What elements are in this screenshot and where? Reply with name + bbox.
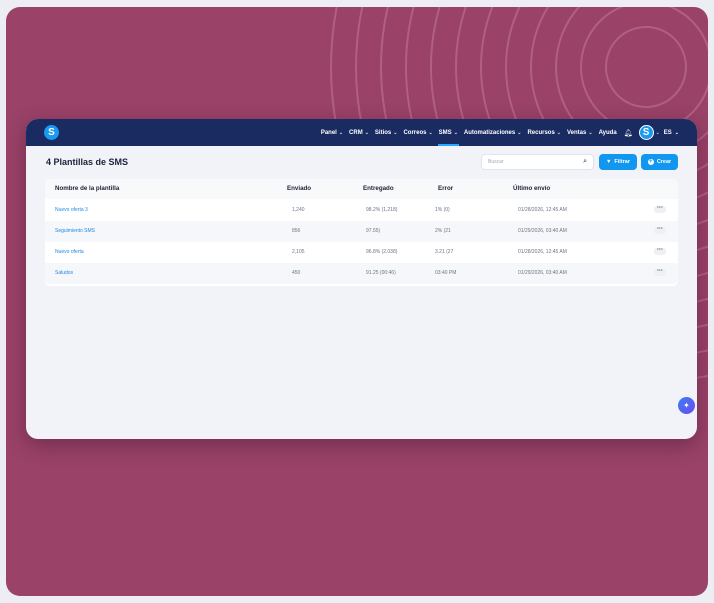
chevron-down-icon: ⌄ <box>517 129 522 136</box>
sparkle-icon: ✦ <box>683 401 690 410</box>
nav-item-sms[interactable]: SMS ⌄ <box>436 119 461 146</box>
delivered-value: 97.55) <box>366 228 381 234</box>
column-header-error[interactable]: Error <box>438 185 453 192</box>
chevron-down-icon: ⌄ <box>588 129 593 136</box>
filter-icon: ▼ <box>605 159 612 165</box>
ai-assistant-button[interactable]: ✦ <box>678 397 695 414</box>
page-title: 4 Plantillas de SMS <box>46 157 129 167</box>
nav-item-ayuda[interactable]: Ayuda <box>596 119 620 146</box>
app-logo[interactable]: S <box>44 125 59 140</box>
nav-item-crm[interactable]: CRM ⌄ <box>346 119 372 146</box>
chevron-down-icon: ⌄ <box>364 129 369 136</box>
error-value: 3.21 (27 <box>435 249 454 255</box>
chevron-down-icon: ⌄ <box>674 129 679 136</box>
nav-item-ventas[interactable]: Ventas ⌄ <box>564 119 596 146</box>
more-options-icon[interactable]: ··· <box>654 226 666 234</box>
column-header-name[interactable]: Nombre de la plantilla <box>55 185 119 192</box>
chevron-down-icon: ⌄ <box>453 129 458 136</box>
chevron-down-icon: ⌄ <box>338 129 344 136</box>
sent-count: 450 <box>292 270 301 276</box>
nav-item-sitios[interactable]: Sitios ⌄ <box>372 119 401 146</box>
language-selector[interactable]: ES ⌄ <box>660 130 679 136</box>
error-value: 1% (0) <box>435 207 450 213</box>
search-icon[interactable]: ⌕ <box>583 158 587 166</box>
search-placeholder: Buscar <box>488 159 504 165</box>
more-options-icon[interactable]: ··· <box>654 247 666 255</box>
column-header-last-sent[interactable]: Último envío <box>513 185 550 192</box>
template-name-link[interactable]: Saludos <box>55 270 73 276</box>
delivered-value: 98.2% (1,218) <box>366 207 398 213</box>
error-value: 03:40 PM <box>435 270 457 276</box>
table-row[interactable]: Saludos 450 91.25 (00:46) 03:40 PM 01/29… <box>45 263 678 284</box>
create-button[interactable]: + Crear <box>641 154 678 170</box>
main-menu: Panel ⌄ CRM ⌄ Sitios ⌄ Correos ⌄ SMS ⌄ Automa… <box>318 119 679 146</box>
chevron-down-icon: ⌄ <box>428 129 433 136</box>
table-row[interactable]: Nuevo oferta 3 1,240 98.2% (1,218) 1% (0… <box>45 200 678 221</box>
more-options-icon[interactable]: ··· <box>654 205 666 213</box>
last-sent-value: 01/28/2026, 12:45 AM <box>518 207 567 213</box>
table-row[interactable]: Seguimiento SMS 856 97.55) 2% (21 01/29/… <box>45 221 678 242</box>
last-sent-value: 01/29/2026, 03:40 AM <box>518 228 567 234</box>
filter-button[interactable]: ▼ Filtrar <box>599 154 637 170</box>
template-name-link[interactable]: Nuevo oferta 3 <box>55 207 88 213</box>
more-options-icon[interactable]: ··· <box>654 268 666 276</box>
search-input[interactable]: Buscar ⌕ <box>481 154 594 170</box>
last-sent-value: 01/28/2026, 12:45 AM <box>518 249 567 255</box>
delivered-value: 91.25 (00:46) <box>366 270 396 276</box>
bell-icon[interactable]: 🔔︎ <box>620 129 637 137</box>
templates-table: Nombre de la plantilla Enviado Entregado… <box>45 179 678 286</box>
nav-item-recursos[interactable]: Recursos ⌄ <box>524 119 564 146</box>
sent-count: 856 <box>292 228 301 234</box>
nav-item-panel[interactable]: Panel ⌄ <box>318 119 346 146</box>
delivered-value: 96.8% (2,038) <box>366 249 398 255</box>
nav-item-correos[interactable]: Correos ⌄ <box>400 119 435 146</box>
last-sent-value: 01/29/2026, 03:40 AM <box>518 270 567 276</box>
nav-item-automatizaciones[interactable]: Automatizaciones ⌄ <box>461 119 525 146</box>
sent-count: 2,105 <box>292 249 305 255</box>
template-name-link[interactable]: Nuevo oferta <box>55 249 84 255</box>
column-header-delivered[interactable]: Entregado <box>363 185 394 192</box>
top-navigation: S Panel ⌄ CRM ⌄ Sitios ⌄ Correos ⌄ SMS ⌄ Auto… <box>26 119 697 146</box>
avatar[interactable]: S <box>638 125 654 140</box>
column-header-sent[interactable]: Enviado <box>287 185 311 192</box>
chevron-down-icon: ⌄ <box>556 129 561 136</box>
table-header: Nombre de la plantilla Enviado Entregado… <box>45 179 678 199</box>
template-name-link[interactable]: Seguimiento SMS <box>55 228 95 234</box>
background-frame: S Panel ⌄ CRM ⌄ Sitios ⌄ Correos ⌄ SMS ⌄ Auto… <box>6 7 708 596</box>
error-value: 2% (21 <box>435 228 451 234</box>
app-window: S Panel ⌄ CRM ⌄ Sitios ⌄ Correos ⌄ SMS ⌄ Auto… <box>26 119 697 439</box>
plus-icon: + <box>647 159 654 165</box>
table-row[interactable]: Nuevo oferta 2,105 96.8% (2,038) 3.21 (2… <box>45 242 678 263</box>
chevron-down-icon: ⌄ <box>393 129 398 136</box>
sent-count: 1,240 <box>292 207 305 213</box>
